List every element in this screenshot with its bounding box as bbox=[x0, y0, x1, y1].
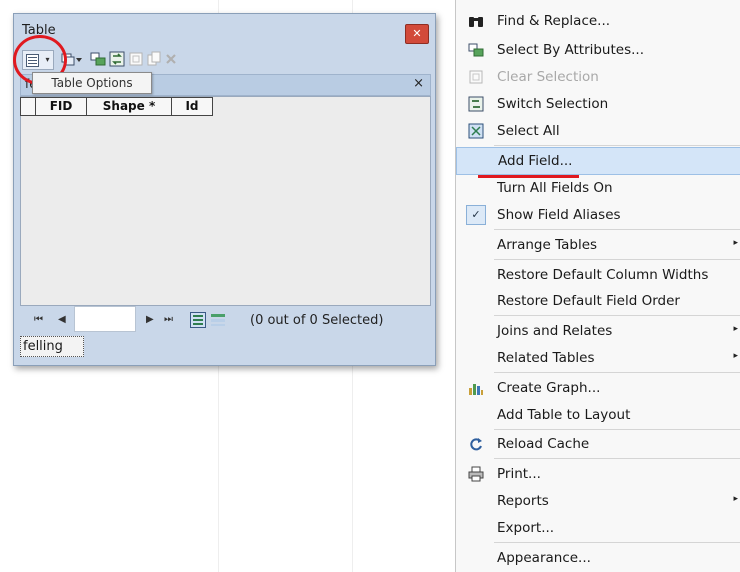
table-toolbar: ▾ bbox=[20, 48, 429, 70]
menu-item-restore-field-order[interactable]: Restore Default Field Order bbox=[456, 288, 740, 314]
menu-separator bbox=[494, 259, 740, 260]
menu-item-arrange-tables[interactable]: Arrange Tables ▸ bbox=[456, 232, 740, 258]
switch-selection-icon bbox=[468, 96, 484, 112]
menu-item-select-all[interactable]: Select All bbox=[456, 118, 740, 144]
menu-item-label: Create Graph... bbox=[497, 380, 601, 396]
clear-selection-icon bbox=[468, 69, 484, 85]
menu-item-label: Export... bbox=[497, 520, 555, 536]
menu-separator bbox=[494, 229, 740, 230]
submenu-arrow-icon: ▸ bbox=[733, 238, 738, 248]
column-header-fid[interactable]: FID bbox=[35, 97, 87, 116]
menu-item-label: Restore Default Column Widths bbox=[497, 267, 709, 283]
clear-selection-icon bbox=[129, 52, 143, 66]
menu-item-add-field[interactable]: Add Field... bbox=[456, 147, 740, 175]
menu-item-label: Appearance... bbox=[497, 550, 591, 566]
menu-item-export[interactable]: Export... bbox=[456, 515, 740, 541]
menu-item-label: Switch Selection bbox=[497, 96, 609, 112]
submenu-arrow-icon: ▸ bbox=[733, 351, 738, 361]
menu-item-create-graph[interactable]: Create Graph... bbox=[456, 375, 740, 401]
first-record-icon[interactable]: ⏮ bbox=[34, 314, 43, 325]
previous-record-icon[interactable]: ◀ bbox=[58, 314, 66, 325]
menu-separator bbox=[494, 458, 740, 459]
checkmark-icon: ✓ bbox=[466, 205, 486, 225]
next-record-icon[interactable]: ▶ bbox=[146, 314, 154, 325]
menu-item-appearance[interactable]: Appearance... bbox=[456, 545, 740, 571]
row-selector-header[interactable] bbox=[20, 97, 36, 116]
menu-item-label: Show Field Aliases bbox=[497, 207, 621, 223]
current-record-input[interactable] bbox=[74, 306, 136, 332]
menu-item-add-table-to-layout[interactable]: Add Table to Layout bbox=[456, 402, 740, 428]
menu-item-select-by-attributes[interactable]: Select By Attributes... bbox=[456, 37, 740, 63]
related-tables-dropdown-icon[interactable] bbox=[75, 51, 83, 67]
menu-item-label: Select By Attributes... bbox=[497, 42, 644, 58]
column-header-id[interactable]: Id bbox=[171, 97, 213, 116]
table-window: Table ✕ ▾ × FID Shape * Id ⏮ ◀ ▶ ⏭ (0 ou… bbox=[13, 13, 436, 366]
submenu-arrow-icon: ▸ bbox=[733, 494, 738, 504]
menu-item-print[interactable]: Print... bbox=[456, 461, 740, 487]
select-all-icon bbox=[468, 123, 484, 139]
table-options-menu: Find & Replace... Select By Attributes..… bbox=[455, 0, 740, 572]
menu-item-label: Add Field... bbox=[498, 153, 573, 169]
menu-separator bbox=[494, 429, 740, 430]
select-by-attributes-icon[interactable] bbox=[90, 51, 106, 67]
menu-item-label: Joins and Relates bbox=[497, 323, 613, 339]
menu-item-switch-selection[interactable]: Switch Selection bbox=[456, 91, 740, 117]
table-options-tooltip: Table Options bbox=[32, 72, 152, 94]
menu-item-related-tables[interactable]: Related Tables ▸ bbox=[456, 345, 740, 371]
window-close-button[interactable]: ✕ bbox=[405, 24, 429, 44]
column-header-shape[interactable]: Shape * bbox=[86, 97, 172, 116]
menu-item-reload-cache[interactable]: Reload Cache bbox=[456, 431, 740, 457]
reload-icon bbox=[468, 436, 484, 452]
menu-separator bbox=[494, 145, 740, 146]
select-attributes-icon bbox=[468, 42, 484, 58]
menu-item-show-field-aliases[interactable]: ✓ Show Field Aliases bbox=[456, 202, 740, 228]
close-tab-icon[interactable]: × bbox=[413, 76, 424, 91]
menu-item-label: Find & Replace... bbox=[497, 13, 611, 29]
last-record-icon[interactable]: ⏭ bbox=[164, 314, 173, 325]
menu-separator bbox=[494, 372, 740, 373]
menu-item-find-replace[interactable]: Find & Replace... bbox=[456, 8, 740, 34]
menu-item-label: Select All bbox=[497, 123, 560, 139]
menu-item-label: Add Table to Layout bbox=[497, 407, 631, 423]
menu-item-label: Restore Default Field Order bbox=[497, 293, 680, 309]
graph-icon bbox=[468, 380, 484, 396]
menu-item-restore-column-widths[interactable]: Restore Default Column Widths bbox=[456, 262, 740, 288]
copy-selected-icon bbox=[147, 51, 161, 66]
menu-item-reports[interactable]: Reports ▸ bbox=[456, 488, 740, 514]
table-bottom-tab[interactable]: felling bbox=[20, 336, 84, 357]
submenu-arrow-icon: ▸ bbox=[733, 324, 738, 334]
menu-item-label: Print... bbox=[497, 466, 541, 482]
menu-item-label: Reload Cache bbox=[497, 436, 590, 452]
menu-item-label: Arrange Tables bbox=[497, 237, 598, 253]
menu-item-label: Related Tables bbox=[497, 350, 595, 366]
annotation-underline bbox=[478, 175, 579, 178]
menu-item-clear-selection: Clear Selection bbox=[456, 64, 740, 90]
switch-selection-icon[interactable] bbox=[109, 51, 125, 67]
show-selected-records-icon[interactable] bbox=[210, 312, 226, 328]
selection-status: (0 out of 0 Selected) bbox=[250, 313, 384, 328]
printer-icon bbox=[468, 466, 484, 482]
menu-separator bbox=[494, 315, 740, 316]
menu-separator bbox=[494, 542, 740, 543]
menu-item-turn-all-fields-on[interactable]: Turn All Fields On bbox=[456, 175, 740, 201]
binoculars-icon bbox=[468, 13, 484, 29]
menu-item-label: Clear Selection bbox=[497, 69, 599, 85]
menu-item-label: Reports bbox=[497, 493, 549, 509]
show-all-records-icon[interactable] bbox=[190, 312, 206, 328]
attribute-grid: FID Shape * Id bbox=[20, 96, 431, 306]
menu-item-label: Turn All Fields On bbox=[497, 180, 613, 196]
delete-selected-icon bbox=[166, 54, 176, 64]
menu-item-joins-and-relates[interactable]: Joins and Relates ▸ bbox=[456, 318, 740, 344]
